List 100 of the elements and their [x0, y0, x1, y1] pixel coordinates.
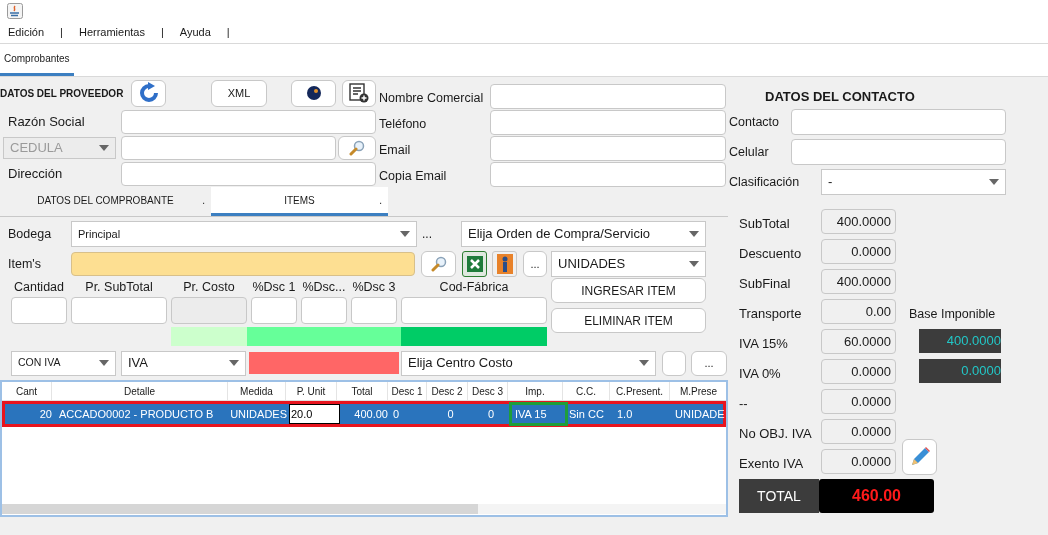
table-cell-text: ACCADO0002 - PRODUCTO B	[58, 406, 215, 422]
menu-item[interactable]: Herramientas	[78, 24, 145, 41]
dropdown[interactable]: IVA	[121, 350, 246, 376]
total-value: 460.00	[819, 479, 934, 513]
column-header[interactable]: C.Present.	[610, 382, 670, 400]
table-cell-text: 1.0	[616, 406, 634, 422]
caret-icon	[689, 231, 699, 237]
more-button[interactable]: ...	[523, 251, 547, 277]
table-cell-text: 20	[38, 406, 53, 422]
field-label: Clasificación	[728, 173, 801, 191]
spreadsheet-icon	[465, 255, 484, 273]
refresh-button[interactable]	[131, 79, 166, 107]
column-header[interactable]: Imp.	[508, 382, 563, 400]
field-label: Dirección	[7, 165, 64, 184]
column-header[interactable]: Desc 1	[388, 382, 427, 400]
table-cell-text: 400.00	[353, 406, 389, 422]
column-header[interactable]: Detalle	[52, 382, 228, 400]
input-field[interactable]	[490, 161, 726, 187]
figure-button[interactable]	[492, 251, 517, 277]
field-label: Nombre Comercial	[378, 89, 485, 107]
column-header[interactable]: Medida	[228, 382, 286, 400]
caret-icon	[99, 145, 109, 151]
spreadsheet-button[interactable]	[462, 251, 487, 277]
remove-item-button[interactable]: ELIMINAR ITEM	[551, 308, 706, 333]
input-field[interactable]	[401, 297, 547, 324]
table-cell-text: UNIDADES	[231, 406, 288, 422]
menu-item[interactable]: Edición	[8, 24, 45, 41]
value-field: 400.0000	[821, 209, 896, 234]
more-button[interactable]: ...	[691, 350, 727, 376]
xml-button[interactable]: XML	[211, 79, 267, 107]
input-field[interactable]	[490, 109, 726, 135]
input-field[interactable]	[71, 252, 415, 276]
dropdown[interactable]: Elija Centro Costo	[401, 350, 656, 376]
input-field[interactable]	[121, 162, 376, 186]
field-label: %Dsc...	[301, 279, 347, 297]
value-field: 0.0000	[821, 449, 896, 474]
column-header[interactable]: Desc 2	[427, 382, 468, 400]
caret-icon	[989, 179, 999, 185]
input-field[interactable]	[11, 297, 67, 324]
tab[interactable]: ITEMS .	[211, 187, 388, 216]
table-cell-text: 0	[392, 406, 401, 422]
field-label: %Dsc 3	[351, 279, 397, 297]
table-cell-text: 0	[446, 406, 455, 422]
caret-icon	[639, 360, 649, 366]
globe-button[interactable]	[291, 79, 336, 107]
table-cell: IVA 15	[511, 404, 566, 424]
cell-editor[interactable]: 20.0	[289, 404, 340, 424]
field-label: Pr. SubTotal	[84, 279, 154, 297]
input-field[interactable]	[71, 297, 167, 324]
field-label: %Dsc 1	[251, 279, 297, 297]
total-label: Descuento	[739, 245, 803, 264]
value-field: 0.0000	[821, 359, 896, 384]
scrollbar-thumb[interactable]	[2, 504, 478, 514]
table-cell-text: Sin CC	[568, 406, 605, 422]
input-field[interactable]	[121, 110, 376, 134]
input-field[interactable]	[791, 139, 1006, 165]
total-label: Transporte	[739, 305, 803, 324]
total-label: Exento IVA	[739, 455, 805, 474]
input-field[interactable]	[251, 297, 297, 324]
search-button[interactable]	[421, 251, 456, 277]
button[interactable]	[662, 350, 686, 376]
column-header[interactable]: Desc 3	[468, 382, 508, 400]
total-label: No OBJ. IVA	[739, 425, 813, 444]
search-button[interactable]	[338, 136, 376, 160]
input-field[interactable]	[301, 297, 347, 324]
field-label: Base Imponible	[909, 305, 996, 323]
add-item-button[interactable]: INGRESAR ITEM	[551, 278, 706, 303]
input-field[interactable]	[791, 109, 1006, 135]
table-cell-text: 0	[486, 406, 496, 422]
total-label: --	[739, 395, 749, 414]
value-field: 400.0000	[919, 329, 1001, 353]
dropdown[interactable]: Elija Orden de Compra/Servicio	[461, 221, 706, 247]
field-label: Item's	[7, 255, 42, 273]
column-header[interactable]: Total	[337, 382, 388, 400]
input-field[interactable]	[121, 136, 336, 160]
dropdown[interactable]: Principal	[71, 221, 417, 247]
value-field: 0.0000	[821, 389, 896, 414]
input-field[interactable]	[351, 297, 397, 324]
dropdown[interactable]: -	[821, 169, 1006, 195]
edit-button[interactable]	[902, 439, 937, 475]
dropdown[interactable]: CON IVA	[11, 350, 116, 376]
value-field: 0.0000	[821, 239, 896, 264]
total-label: TOTAL	[739, 479, 819, 513]
caret-icon	[229, 360, 239, 366]
column-header[interactable]: M.Prese	[670, 382, 726, 400]
caret-icon	[400, 231, 410, 237]
value-field: 0.0000	[821, 419, 896, 444]
column-header[interactable]: C.C.	[563, 382, 610, 400]
column-header[interactable]: P. Unit	[286, 382, 337, 400]
list-button[interactable]	[342, 79, 376, 107]
field-label: Bodega	[7, 225, 53, 243]
ellipsis-text: ...	[421, 226, 433, 243]
value-field: 400.0000	[821, 269, 896, 294]
total-label: SubFinal	[739, 275, 792, 294]
scrollbar[interactable]	[2, 504, 726, 514]
menu-item[interactable]: Ayuda	[179, 24, 211, 41]
input-field[interactable]	[490, 135, 726, 161]
column-header[interactable]: Cant	[2, 382, 52, 400]
dropdown[interactable]: UNIDADES	[551, 251, 706, 277]
input-field[interactable]	[490, 83, 726, 109]
